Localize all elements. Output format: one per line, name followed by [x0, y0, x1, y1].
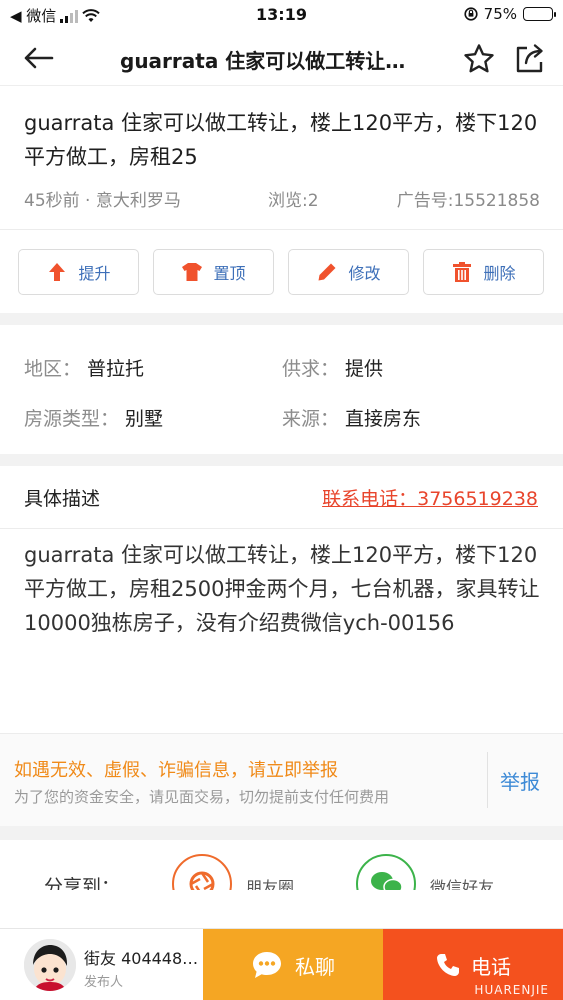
private-chat-button[interactable]: 私聊 [203, 929, 383, 1000]
share-section: 分享到： 朋友圈 微信好友 [0, 842, 563, 890]
section-gap [0, 454, 563, 466]
supply-key: 供求： [282, 358, 340, 380]
property-type-value: 别墅 [125, 408, 164, 430]
poster-name[interactable]: 街友 404448… [84, 945, 200, 969]
navigation-bar: guarrata 住家可以做工转让… [0, 30, 563, 86]
delete-label: 删除 [483, 264, 516, 283]
property-type-key: 房源类型： [24, 408, 120, 430]
contact-phone-link[interactable]: 联系电话：3756519238 [322, 484, 538, 511]
source-key: 来源： [282, 408, 340, 430]
promote-label: 提升 [78, 264, 111, 283]
pencil-icon [318, 263, 336, 281]
source-field: 来源： 直接房东 [282, 404, 421, 431]
region-field: 地区： 普拉托 [24, 354, 144, 381]
call-label: 电话 [471, 954, 511, 979]
cartoon-avatar-icon [24, 939, 76, 991]
source-value: 直接房东 [345, 408, 422, 430]
info-row-2: 房源类型： 别墅 来源： 直接房东 [24, 404, 544, 434]
wechat-friends-label[interactable]: 微信好友 [430, 874, 494, 890]
status-bar: ◀ 微信 13:19 75% [0, 0, 563, 30]
edit-button[interactable]: 修改 [288, 249, 409, 295]
report-button[interactable]: 举报 [500, 766, 540, 795]
orientation-lock-icon [464, 7, 478, 21]
status-right: 75% [464, 5, 556, 23]
info-row-1: 地区： 普拉托 供求： 提供 [24, 354, 544, 384]
ad-time-location: 45秒前 · 意大利罗马 [24, 191, 181, 211]
moments-icon[interactable] [172, 854, 232, 890]
edit-label: 修改 [348, 264, 381, 283]
poster-role: 发布人 [84, 975, 124, 990]
fraud-warning-box: 如遇无效、虚假、诈骗信息，请立即举报 为了您的资金安全，请见面交易，切勿提前支付… [0, 733, 563, 826]
phone-icon [437, 954, 459, 976]
camera-shutter-icon [189, 871, 215, 890]
supply-value: 提供 [345, 358, 384, 380]
divider [487, 752, 488, 808]
ad-detail-page: ◀ 微信 13:19 75% guarrata 住家可以做工转让… guarra… [0, 0, 563, 1000]
share-icon[interactable] [512, 42, 546, 76]
pin-top-label: 置顶 [213, 264, 246, 283]
description-body: guarrata 住家可以做工转让，楼上120平方，楼下120平方做工，房租25… [24, 543, 540, 635]
call-button[interactable]: 电话 HUARENJIE [383, 929, 563, 1000]
divider [0, 528, 563, 529]
chat-bubble-icon [253, 952, 281, 978]
promote-button[interactable]: 提升 [18, 249, 139, 295]
bottom-contact-bar: 街友 404448… 发布人 私聊 电话 HUARENJIE [0, 928, 563, 1000]
up-arrow-icon [49, 263, 66, 281]
poster-avatar[interactable] [24, 939, 76, 991]
ad-views: 浏览:2 [268, 191, 319, 211]
fraud-warning-text: 如遇无效、虚假、诈骗信息，请立即举报 [14, 760, 338, 781]
favorite-star-icon[interactable] [462, 42, 496, 76]
property-type-field: 房源类型： 别墅 [24, 404, 163, 431]
battery-percent: 75% [483, 5, 517, 23]
trash-icon [453, 262, 472, 282]
ad-action-bar: 提升 置顶 修改 删除 [18, 249, 545, 295]
wechat-bubbles-icon [371, 872, 403, 890]
ad-meta-row: 45秒前 · 意大利罗马 浏览:2 广告号:15521858 [24, 186, 540, 212]
safety-tip-text: 为了您的资金安全，请见面交易，切勿提前支付任何费用 [14, 788, 390, 806]
region-key: 地区： [24, 358, 82, 380]
section-gap [0, 313, 563, 325]
shirt-icon [182, 263, 203, 281]
moments-label[interactable]: 朋友圈 [246, 874, 294, 890]
description-heading: 具体描述 [24, 488, 101, 510]
pin-top-button[interactable]: 置顶 [153, 249, 274, 295]
share-label: 分享到： [44, 876, 121, 890]
battery-icon [523, 7, 556, 21]
wechat-icon[interactable] [356, 854, 416, 890]
divider [0, 229, 563, 230]
delete-button[interactable]: 删除 [423, 249, 544, 295]
page-title: guarrata 住家可以做工转让… [120, 49, 406, 73]
ad-number: 广告号:15521858 [396, 191, 540, 211]
private-chat-label: 私聊 [295, 954, 335, 979]
huarenjie-watermark: HUARENJIE [474, 983, 549, 997]
back-arrow-icon[interactable] [20, 42, 56, 74]
ad-title: guarrata 住家可以做工转让，楼上120平方，楼下120平方做工，房租25 [24, 111, 538, 169]
supply-field: 供求： 提供 [282, 354, 383, 381]
section-gap [0, 826, 563, 840]
region-value: 普拉托 [87, 358, 145, 380]
